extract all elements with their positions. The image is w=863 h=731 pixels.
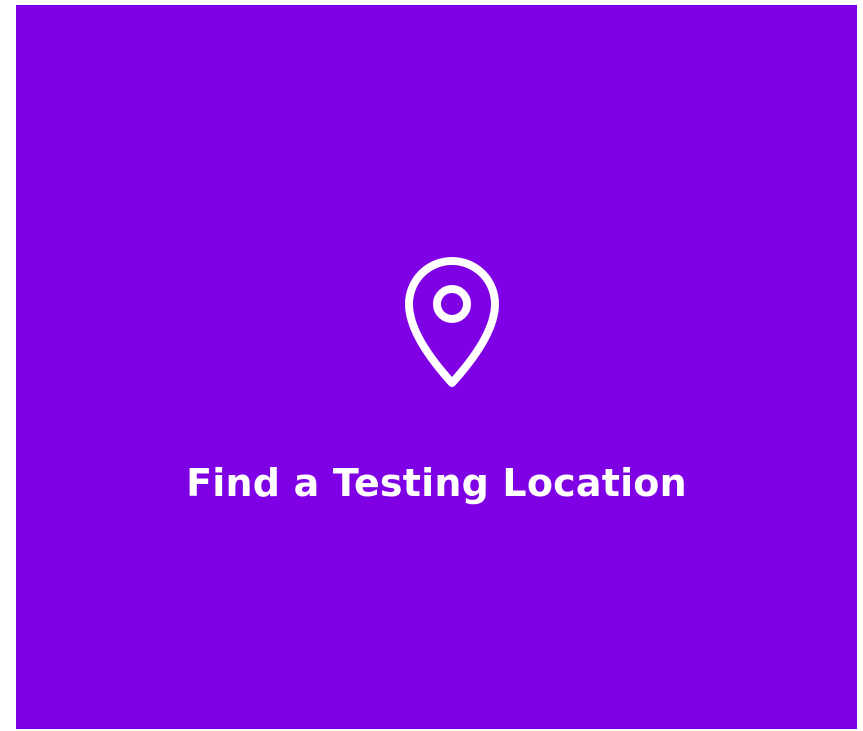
card-label: Find a Testing Location [186,461,687,505]
find-testing-location-card[interactable]: Find a Testing Location [16,5,857,729]
location-pin-icon [403,256,501,390]
